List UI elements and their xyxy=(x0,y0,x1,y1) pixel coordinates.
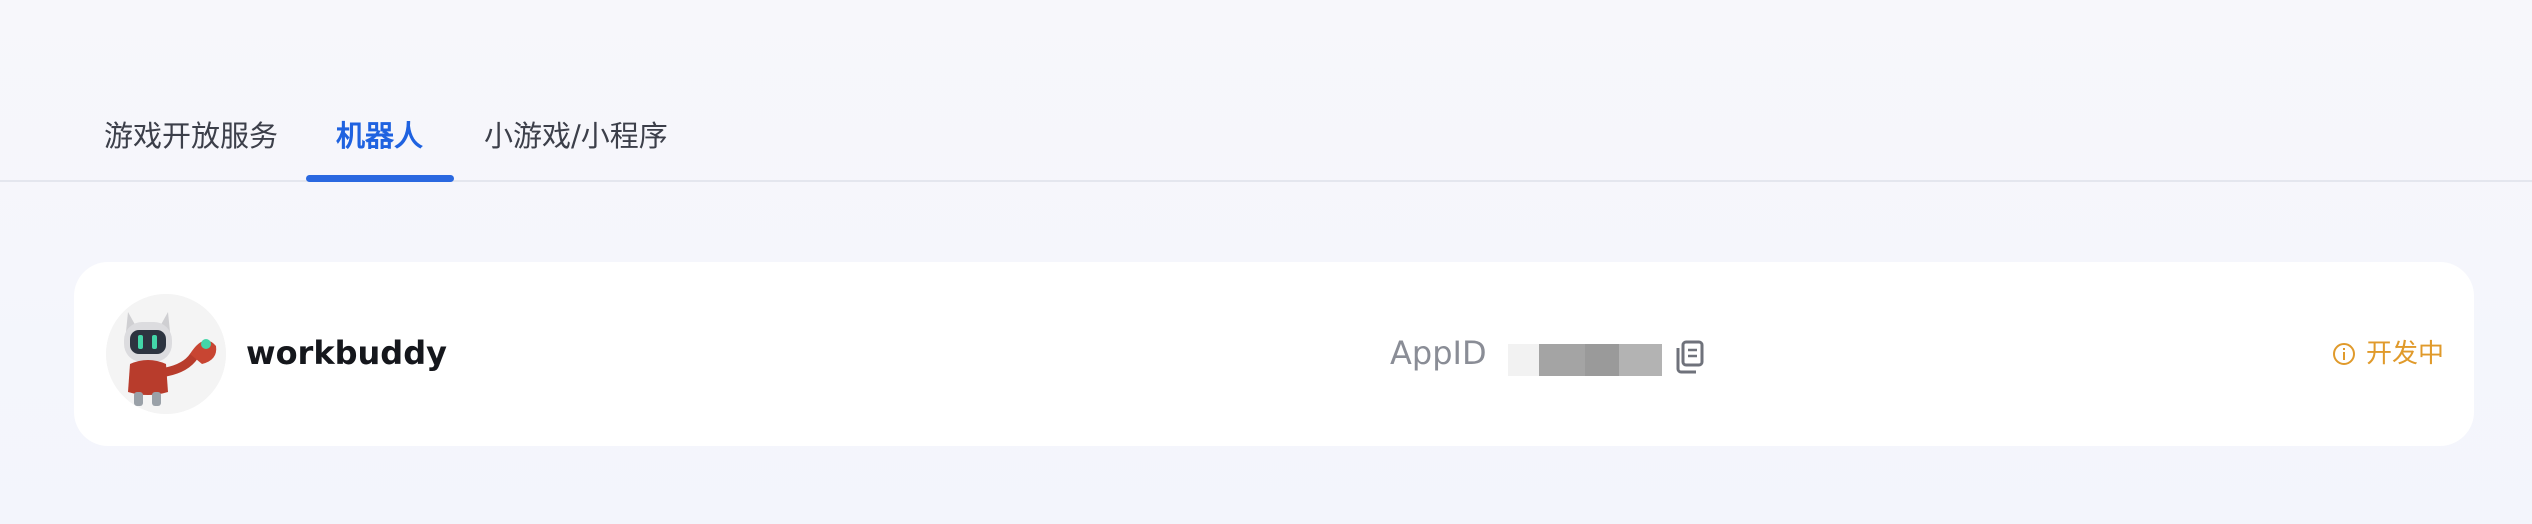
bot-card[interactable]: workbuddy AppID 开发中 xyxy=(74,262,2474,446)
robot-avatar-icon xyxy=(106,294,226,414)
active-tab-indicator xyxy=(306,175,454,182)
status-text: 开发中 xyxy=(2365,339,2444,369)
tab-game-open-service[interactable]: 游戏开放服务 xyxy=(104,112,278,160)
status-badge: 开发中 xyxy=(2332,332,2444,376)
tab-mini-game-mini-program[interactable]: 小游戏/小程序 xyxy=(484,112,668,160)
bot-name: workbuddy xyxy=(246,334,447,372)
copy-icon[interactable] xyxy=(1674,340,1704,374)
page: 游戏开放服务 机器人 小游戏/小程序 workbuddy AppID 开发中 xyxy=(0,0,2532,524)
info-icon xyxy=(2332,343,2355,365)
tab-bar: 游戏开放服务 机器人 小游戏/小程序 xyxy=(0,0,2532,182)
tab-robot[interactable]: 机器人 xyxy=(336,112,423,160)
bot-avatar xyxy=(106,294,226,414)
appid-value-redacted xyxy=(1508,344,1662,376)
appid-label: AppID xyxy=(1390,334,1487,372)
